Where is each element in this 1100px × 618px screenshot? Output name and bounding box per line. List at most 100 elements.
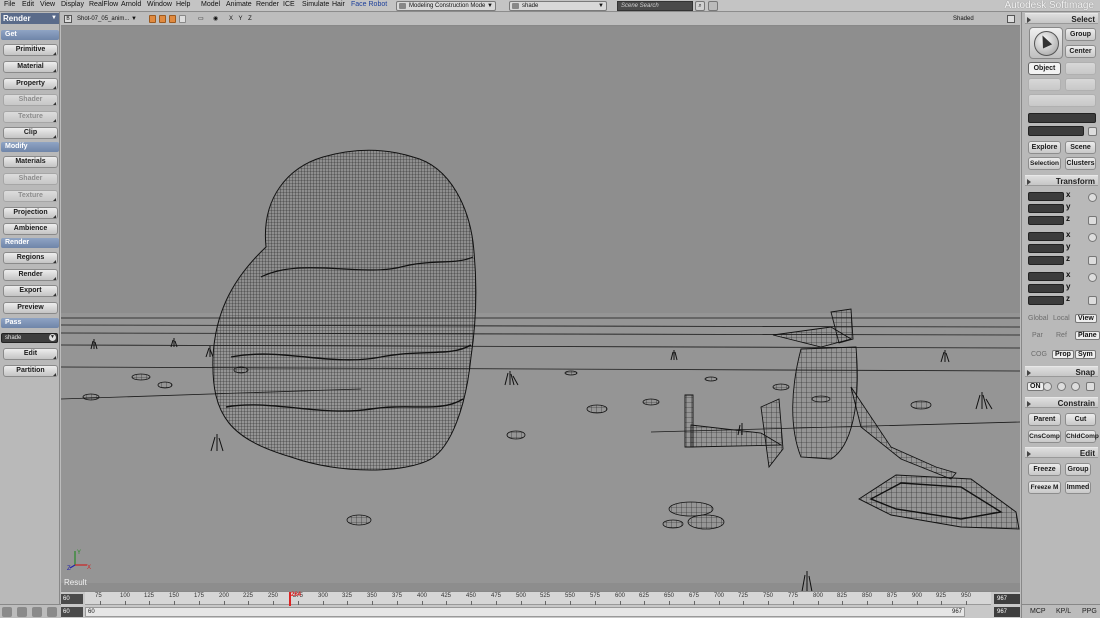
select-tool-button[interactable] (1029, 27, 1063, 59)
axis-label-y[interactable]: y (1066, 242, 1070, 251)
select-center-button[interactable]: Center (1065, 45, 1096, 58)
explore-button[interactable]: Explore (1028, 141, 1061, 154)
menu-hair[interactable]: Hair (332, 1, 345, 8)
material-button[interactable]: Material (3, 61, 58, 73)
visibility-toggle-icon[interactable] (179, 15, 186, 23)
menu-render[interactable]: Render (256, 1, 279, 8)
camera-dropdown[interactable]: Shot-07_05_anim... ▼ (77, 15, 137, 24)
visibility-toggle-icon[interactable] (159, 15, 166, 23)
rotate-icon[interactable] (1088, 233, 1097, 242)
freeze-button[interactable]: Freeze (1028, 463, 1061, 476)
timeline-start-field[interactable]: 60 (61, 594, 83, 604)
scale-x-field[interactable] (1028, 192, 1064, 201)
shader-button[interactable]: Shader (3, 94, 58, 106)
freeze-m-button[interactable]: Freeze M (1028, 481, 1061, 494)
timeline-end-field[interactable]: 967 (994, 594, 1020, 604)
pass-edit-button[interactable]: Edit (3, 348, 58, 360)
menu-face-robot[interactable]: Face Robot (351, 1, 387, 8)
mode-sym[interactable]: Sym (1075, 350, 1096, 359)
mcp-tab[interactable]: MCP (1030, 608, 1046, 615)
scene-search-input[interactable]: Scene Search (617, 1, 693, 11)
scale-icon[interactable] (1088, 193, 1097, 202)
selection-button[interactable]: Selection (1028, 157, 1061, 170)
mode-local[interactable]: Local (1053, 315, 1070, 322)
axis-label-z[interactable]: z (1066, 214, 1070, 223)
maximize-icon[interactable] (1007, 15, 1015, 23)
selection-field[interactable] (1028, 113, 1096, 123)
mode-global[interactable]: Global (1028, 315, 1048, 322)
modify-shader-button[interactable]: Shader (3, 173, 58, 185)
lock-icon[interactable] (1088, 256, 1097, 265)
menu-realflow[interactable]: RealFlow (89, 1, 118, 8)
texture-button[interactable]: Texture (3, 111, 58, 123)
menu-ice[interactable]: ICE (283, 1, 295, 8)
snap-grid-icon[interactable] (1086, 382, 1095, 391)
snap-curve-icon[interactable] (1057, 382, 1066, 391)
cnscomp-button[interactable]: CnsComp (1028, 430, 1061, 443)
cut-button[interactable]: Cut (1065, 413, 1096, 426)
menu-file[interactable]: File (4, 1, 15, 8)
pass-dropdown[interactable]: shade ▼ (509, 1, 607, 11)
menu-help[interactable]: Help (176, 1, 190, 8)
panel-icon[interactable] (47, 607, 57, 617)
viewport[interactable]: B Shot-07_05_anim... ▼ ▭ ◉ X Y Z Shaded (61, 13, 1020, 591)
layers-icon[interactable] (2, 607, 12, 617)
translate-y-field[interactable] (1028, 284, 1064, 293)
immed-button[interactable]: Immed (1065, 481, 1091, 494)
menu-window[interactable]: Window (147, 1, 172, 8)
mode-ref[interactable]: Ref (1056, 332, 1067, 339)
select-filter-dropdown[interactable] (1028, 94, 1096, 107)
mode-cog[interactable]: COG (1031, 351, 1047, 358)
menu-display[interactable]: Display (61, 1, 84, 8)
scale-z-field[interactable] (1028, 216, 1064, 225)
get-header[interactable]: Get (1, 30, 59, 40)
select-group-button[interactable]: Group (1065, 28, 1096, 41)
axis-label-y[interactable]: y (1066, 202, 1070, 211)
range-start-field[interactable]: 60 (61, 607, 83, 617)
selection-field[interactable] (1028, 126, 1084, 136)
partition-button[interactable]: Partition (3, 365, 58, 377)
rotate-y-field[interactable] (1028, 244, 1064, 253)
viewport-letter-icon[interactable]: B (64, 15, 72, 23)
mode-view[interactable]: View (1075, 314, 1097, 323)
brush-icon[interactable] (17, 607, 27, 617)
mode-plane[interactable]: Plane (1075, 331, 1100, 340)
preview-button[interactable]: Preview (3, 302, 58, 314)
pass-select[interactable]: shade ▼ (1, 333, 58, 343)
kpl-tab[interactable]: KP/L (1056, 608, 1071, 615)
translate-z-field[interactable] (1028, 296, 1064, 305)
render-region-icon[interactable] (32, 607, 42, 617)
select-object-button[interactable]: Object (1028, 62, 1061, 75)
translate-x-field[interactable] (1028, 272, 1064, 281)
search-icon[interactable]: ⌕ (695, 1, 705, 11)
edit-group-button[interactable]: Group (1065, 463, 1091, 476)
menu-view[interactable]: View (40, 1, 55, 8)
toolbar-title[interactable]: Render ▼ (1, 13, 59, 24)
menu-edit[interactable]: Edit (22, 1, 34, 8)
axis-label-y[interactable]: y (1066, 282, 1070, 291)
translate-icon[interactable] (1088, 273, 1097, 282)
ppg-tab[interactable]: PPG (1082, 608, 1097, 615)
visibility-toggle-icon[interactable] (149, 15, 156, 23)
select-header[interactable]: Select (1025, 13, 1098, 24)
clip-button[interactable]: Clip (3, 127, 58, 139)
axis-label-x[interactable]: x (1066, 230, 1070, 239)
export-button[interactable]: Export (3, 285, 58, 297)
axis-label-z[interactable]: z (1066, 294, 1070, 303)
mode-par[interactable]: Par (1032, 332, 1043, 339)
select-blank-button[interactable] (1065, 78, 1096, 91)
range-end-field[interactable]: 967 (994, 607, 1020, 617)
snap-header[interactable]: Snap (1025, 366, 1098, 377)
display-mode-label[interactable]: Shaded (953, 15, 974, 24)
menu-simulate[interactable]: Simulate (302, 1, 329, 8)
camera-icon[interactable]: ▭ (198, 15, 204, 24)
rotate-x-field[interactable] (1028, 232, 1064, 241)
render-button[interactable]: Render (3, 269, 58, 281)
clear-search-icon[interactable] (708, 1, 718, 11)
materials-button[interactable]: Materials (3, 156, 58, 168)
lock-icon[interactable] (1088, 296, 1097, 305)
snap-surface-icon[interactable] (1071, 382, 1080, 391)
clusters-button[interactable]: Clusters (1065, 157, 1096, 170)
menu-animate[interactable]: Animate (226, 1, 252, 8)
snap-on-toggle[interactable]: ON (1027, 382, 1044, 391)
